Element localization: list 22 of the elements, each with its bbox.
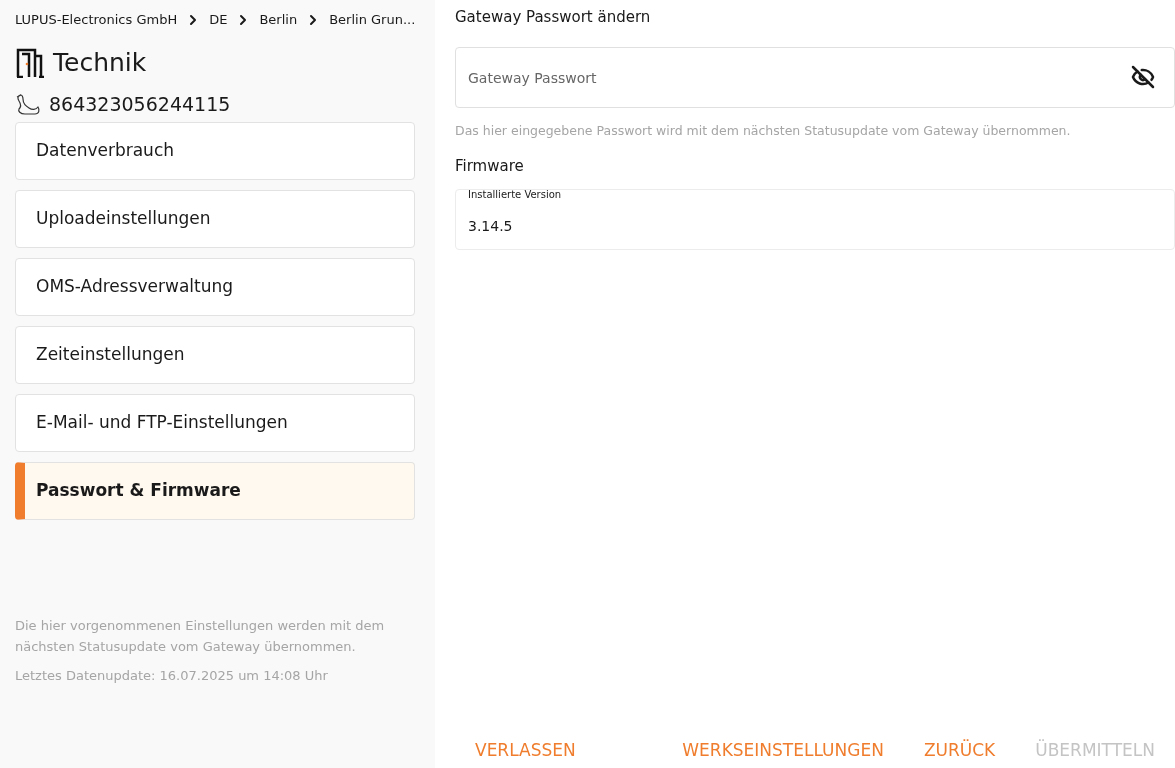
breadcrumb-link[interactable]: LUPUS-Electronics GmbH	[15, 10, 178, 30]
visibility-toggle-icon[interactable]	[1131, 65, 1155, 89]
menu-item[interactable]: Zeiteinstellungen	[15, 326, 415, 384]
password-hint: Das hier eingegebene Passwort wird mit dem nächsten Statusupdate vom Gateway übernommen.	[455, 122, 1072, 140]
device-id: 864323056244115	[49, 91, 231, 117]
sidebar-note: Die hier vorgenommenen Einstellungen werden mit dem nächsten Statusupdate vom Gateway übernommen.	[15, 617, 386, 656]
door-icon	[15, 48, 45, 78]
last-update-text: Letztes Datenupdate: 16.07.2025 um 14:08 Uhr	[15, 667, 329, 685]
menu-item[interactable]: OMS-Adressverwaltung	[15, 258, 415, 316]
breadcrumb-link[interactable]: DE	[209, 10, 228, 30]
menu-item[interactable]: E-Mail- und FTP-Einstellungen	[15, 394, 415, 452]
section-heading: Firmware	[455, 155, 525, 177]
breadcrumb-link[interactable]: Berlin Grun...	[329, 10, 416, 30]
page-title: Technik	[53, 47, 147, 80]
password-field[interactable]: Gateway Passwort	[455, 47, 1175, 108]
menu-item[interactable]: Datenverbrauch	[15, 122, 415, 180]
menu-item[interactable]: Passwort & Firmware	[15, 462, 415, 520]
field-label: Installierte Version	[468, 188, 563, 203]
section-heading: Gateway Passwort ändern	[455, 6, 652, 28]
menu-item[interactable]: Uploadeinstellungen	[15, 190, 415, 248]
breadcrumb-link[interactable]: Berlin	[259, 10, 298, 30]
field-value: 3.14.5	[468, 217, 514, 237]
